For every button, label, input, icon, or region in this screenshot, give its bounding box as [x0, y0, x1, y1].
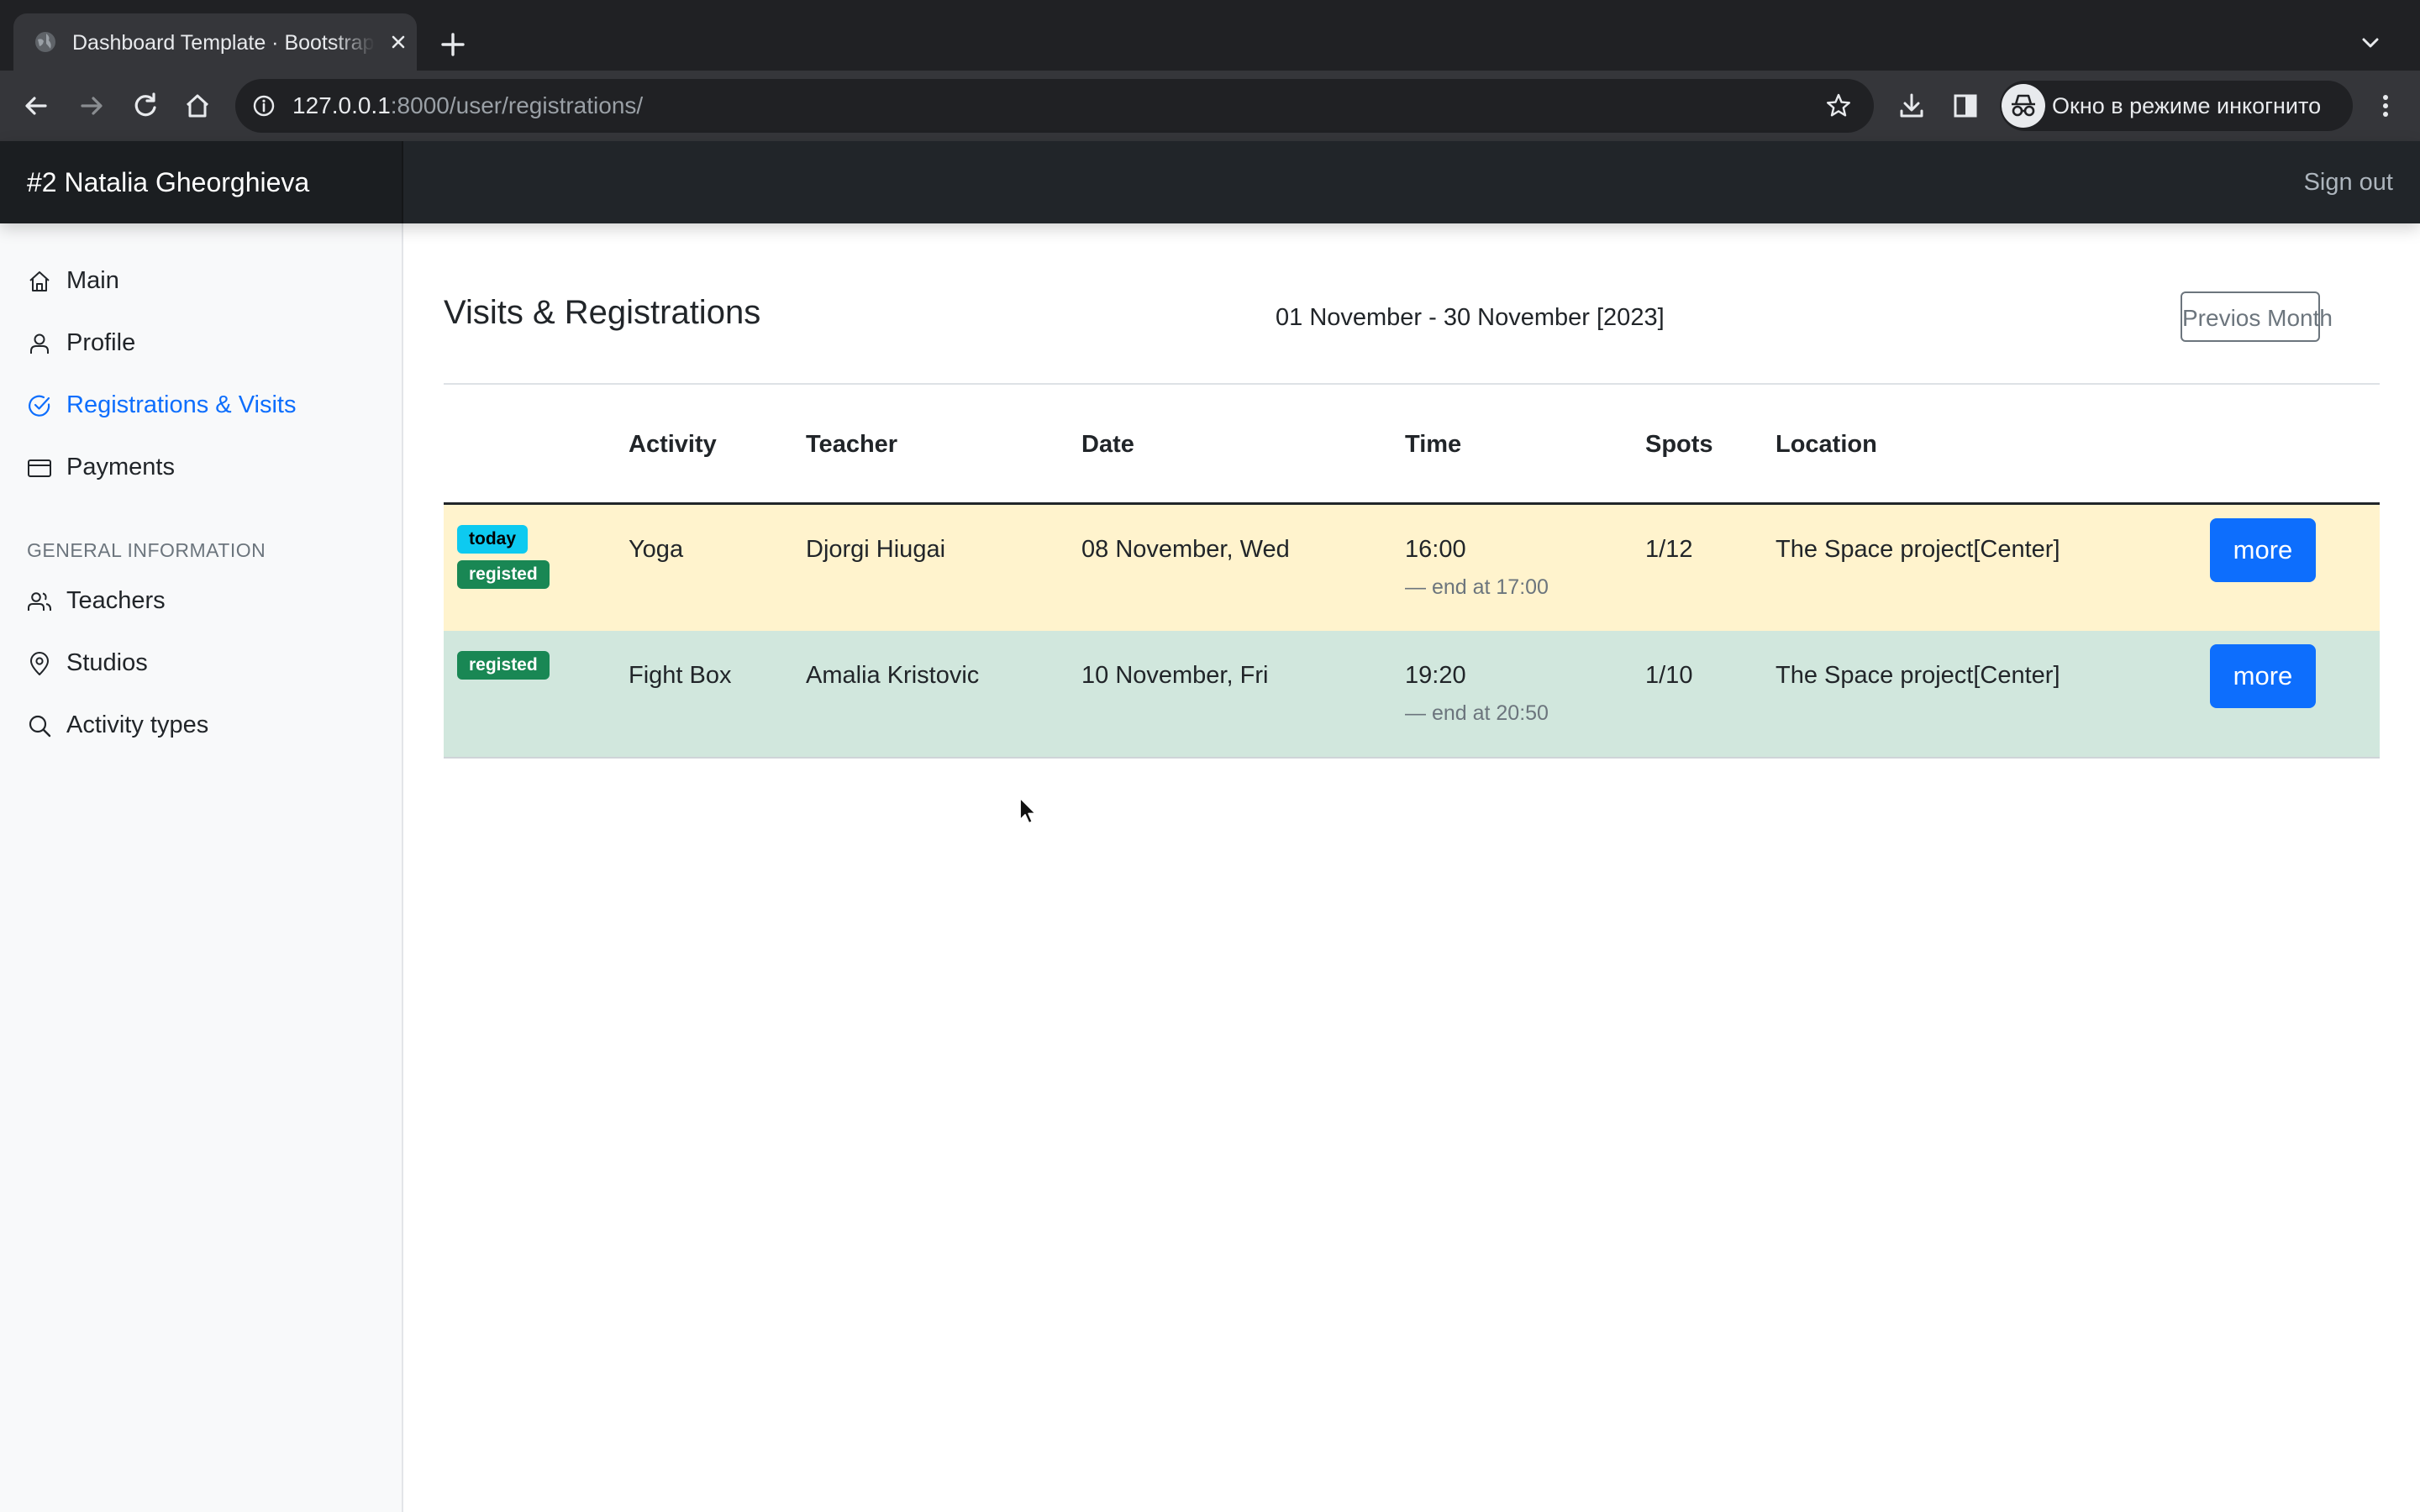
- sidebar-item-registrations[interactable]: Registrations & Visits: [0, 380, 402, 430]
- activity-cell: Yoga: [629, 536, 684, 563]
- date-cell: 10 November, Fri: [1081, 662, 1269, 689]
- bookmark-star-icon[interactable]: [1825, 92, 1852, 119]
- sidebar-item-label: Profile: [66, 329, 136, 356]
- previous-month-button[interactable]: Previos Month: [2181, 291, 2333, 342]
- location-cell: The Space project[Center]: [1776, 536, 2060, 563]
- download-icon[interactable]: [1894, 88, 1929, 123]
- url-path: :8000/user/registrations/: [390, 92, 644, 118]
- table-row: today registed Yoga Djorgi Hiugai 08 Nov…: [444, 505, 2380, 633]
- time-cell: 16:00: [1405, 536, 1466, 563]
- user-icon: [30, 333, 49, 354]
- sign-out-link[interactable]: Sign out: [2304, 166, 2393, 198]
- sidebar-item-label: Payments: [66, 454, 175, 480]
- location-cell: The Space project[Center]: [1776, 662, 2060, 689]
- sidebar-item-studios[interactable]: Studios: [0, 638, 402, 688]
- table-header-row: Activity Teacher Date Time Spots Locatio…: [444, 386, 2380, 505]
- url-host: 127.0.0.1: [292, 92, 391, 118]
- check-circle-icon: [29, 395, 50, 417]
- table-row: registed Fight Box Amalia Kristovic 10 N…: [444, 631, 2380, 759]
- browser-tab[interactable]: Dashboard Template · Bootstrap: [13, 13, 417, 71]
- forward-icon[interactable]: [74, 88, 109, 123]
- column-header-teacher: Teacher: [806, 431, 898, 458]
- address-bar[interactable]: 127.0.0.1:8000/user/registrations/: [235, 79, 1874, 133]
- sidebar-item-label: Teachers: [66, 587, 166, 614]
- mouse-cursor-icon: [1019, 797, 1037, 824]
- column-header-spots: Spots: [1645, 431, 1713, 458]
- period-range: 01 November - 30 November [2023]: [1276, 304, 1665, 331]
- brand-label: #2 Natalia Gheorghieva: [27, 167, 310, 197]
- activity-cell: Fight Box: [629, 662, 732, 689]
- sidebar-section-heading: GENERAL INFORMATION: [27, 539, 266, 561]
- sidebar-item-label: Registrations & Visits: [66, 391, 297, 418]
- incognito-icon: [2002, 84, 2045, 128]
- globe-icon: [35, 32, 55, 52]
- column-header-activity: Activity: [629, 431, 717, 458]
- column-header-location: Location: [1776, 431, 1877, 458]
- browser-toolbar: 127.0.0.1:8000/user/registrations/ Окно …: [0, 71, 2420, 141]
- close-tab-icon[interactable]: [387, 30, 410, 54]
- home-browser-icon[interactable]: [180, 88, 215, 123]
- more-button[interactable]: more: [2210, 518, 2316, 582]
- sidebar-item-label: Studios: [66, 649, 148, 676]
- today-badge: today: [457, 525, 529, 554]
- registered-badge: registed: [457, 651, 550, 680]
- brand[interactable]: #2 Natalia Gheorghieva: [0, 141, 403, 223]
- sidebar-item-teachers[interactable]: Teachers: [0, 575, 402, 626]
- sidebar-item-label: Activity types: [66, 711, 209, 738]
- sidebar-item-label: Main: [66, 267, 119, 294]
- column-header-time: Time: [1405, 431, 1462, 458]
- map-pin-icon: [30, 652, 49, 675]
- url-text[interactable]: 127.0.0.1:8000/user/registrations/: [292, 91, 643, 121]
- back-icon[interactable]: [18, 88, 54, 123]
- end-time-note: — end at 17:00: [1405, 575, 1549, 599]
- spots-cell: 1/12: [1645, 536, 1693, 563]
- column-header-date: Date: [1081, 431, 1134, 458]
- time-cell: 19:20: [1405, 662, 1466, 689]
- incognito-label: Окно в режиме инкогнито: [2052, 93, 2322, 118]
- tab-search-chevron-icon[interactable]: [2356, 29, 2385, 57]
- teacher-cell: Amalia Kristovic: [806, 662, 980, 689]
- sidebar-item-activity-types[interactable]: Activity types: [0, 700, 402, 750]
- credit-card-icon: [28, 459, 51, 477]
- more-button[interactable]: more: [2210, 644, 2316, 708]
- end-time-note: — end at 20:50: [1405, 701, 1549, 725]
- teacher-cell: Djorgi Hiugai: [806, 536, 946, 563]
- home-icon: [29, 271, 50, 291]
- browser-tab-strip: Dashboard Template · Bootstrap: [0, 0, 2420, 71]
- users-icon: [28, 592, 51, 611]
- sidebar: Main Profile Registrations & Visits Paym…: [0, 223, 403, 1512]
- reload-icon[interactable]: [128, 88, 163, 123]
- search-icon: [29, 715, 51, 738]
- browser-menu-icon[interactable]: [2368, 88, 2403, 123]
- incognito-indicator[interactable]: Окно в режиме инкогнито: [2000, 81, 2353, 131]
- tab-title: Dashboard Template · Bootstrap: [72, 29, 375, 57]
- sidebar-item-main[interactable]: Main: [0, 255, 402, 306]
- spots-cell: 1/10: [1645, 662, 1693, 689]
- sidebar-item-profile[interactable]: Profile: [0, 318, 402, 368]
- date-cell: 08 November, Wed: [1081, 536, 1290, 563]
- sidebar-item-payments[interactable]: Payments: [0, 442, 402, 492]
- side-panel-icon[interactable]: [1948, 88, 1983, 123]
- site-info-icon[interactable]: [252, 94, 276, 118]
- top-navbar: #2 Natalia Gheorghieva Sign out: [0, 141, 2420, 223]
- page-title: Visits & Registrations: [444, 294, 761, 331]
- registered-badge: registed: [457, 560, 550, 589]
- header-divider: [444, 383, 2380, 385]
- new-tab-icon[interactable]: [439, 30, 467, 59]
